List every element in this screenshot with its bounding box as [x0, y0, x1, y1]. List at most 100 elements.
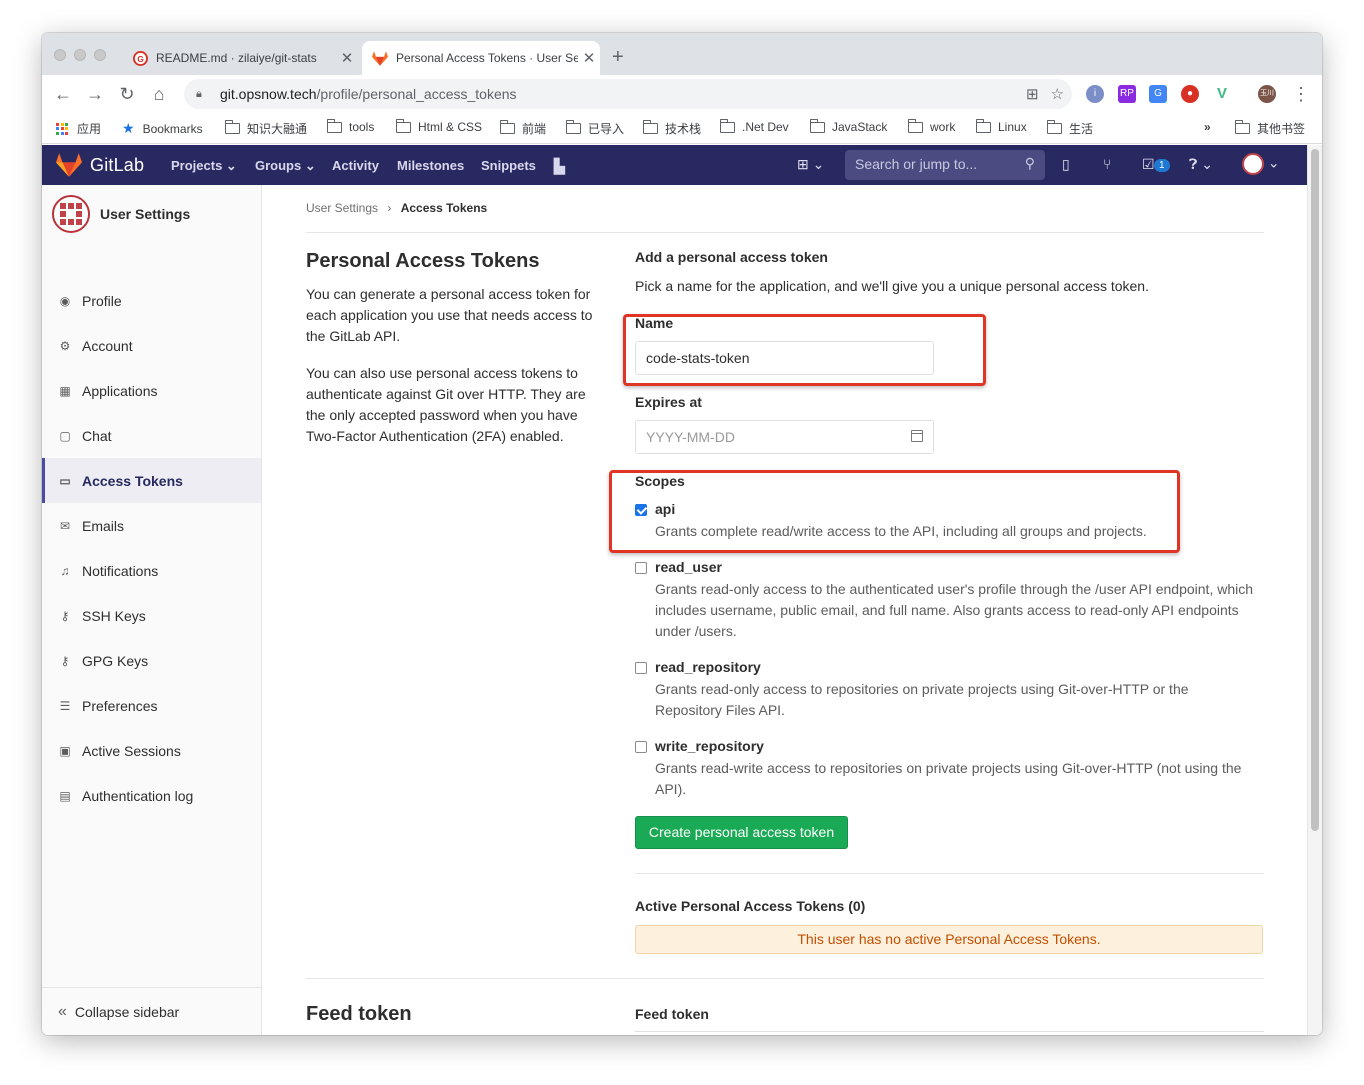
scope-write-repository-checkbox[interactable] [635, 741, 647, 753]
other-bookmarks[interactable]: 其他书签 [1234, 120, 1306, 137]
scrollbar-thumb[interactable] [1311, 149, 1319, 831]
extension-translate-icon[interactable]: G [1149, 85, 1167, 103]
close-window-button[interactable] [54, 49, 66, 61]
address-url[interactable]: git.opsnow.tech/profile/personal_access_… [220, 86, 517, 102]
bookmark-folder[interactable]: Linux [975, 118, 1027, 134]
sidebar-item-account[interactable]: ⚙ Account [42, 323, 261, 368]
sidebar-item-notifications[interactable]: ♫ Notifications [42, 548, 261, 593]
translate-icon[interactable]: ⊞ [1026, 85, 1039, 103]
new-item-icon[interactable]: ⊞ ⌄ [797, 156, 824, 173]
bookmark-folder[interactable]: tools [326, 118, 374, 134]
scope-name[interactable]: api [655, 501, 675, 517]
sidebar-item-emails[interactable]: ✉ Emails [42, 503, 261, 548]
sidebar-item-label: Access Tokens [82, 472, 183, 489]
sidebar-item-chat[interactable]: ▢ Chat [42, 413, 261, 458]
sidebar-item-label: Profile [82, 292, 122, 309]
folder-icon [499, 120, 515, 134]
bookmark-label: 生活 [1069, 122, 1094, 136]
extension-vue-icon[interactable]: V [1213, 85, 1231, 103]
nav-snippets[interactable]: Snippets [481, 158, 536, 173]
more-bookmarks-button[interactable]: » [1204, 120, 1211, 134]
divider [306, 232, 1264, 233]
sidebar-item-access-tokens[interactable]: ▭ Access Tokens [42, 458, 261, 503]
bookmark-folder[interactable]: Html & CSS [395, 118, 482, 134]
apps-grid-icon [56, 122, 68, 135]
back-icon[interactable]: ← [52, 83, 74, 105]
calendar-icon[interactable] [911, 430, 923, 442]
settings-sidebar: User Settings ◉ Profile ⚙ Account ▦ Applica… [42, 185, 262, 1035]
bookmark-folder[interactable]: JavaStack [809, 118, 887, 134]
issues-icon[interactable]: ▯ [1062, 156, 1070, 173]
nav-milestones[interactable]: Milestones [397, 158, 464, 173]
help-icon[interactable]: ❓︎ ⌄ [1189, 156, 1213, 173]
close-tab-icon[interactable]: ✕ [336, 49, 358, 67]
browser-tab-access-tokens[interactable]: Personal Access Tokens · User Settings ✕ [362, 41, 600, 75]
scope-name[interactable]: read_repository [655, 659, 761, 675]
scope-read-user-checkbox[interactable] [635, 562, 647, 574]
browser-tab-readme[interactable]: G README.md · zilaiye/git-stats ✕ [122, 41, 358, 75]
gitlab-brand: GitLab [90, 154, 145, 175]
expires-at-input[interactable]: YYYY-MM-DD [635, 420, 934, 454]
scope-name[interactable]: read_user [655, 559, 722, 575]
scope-read-repository-checkbox[interactable] [635, 662, 647, 674]
bookmark-label: 其他书签 [1257, 122, 1306, 136]
new-tab-icon[interactable]: + [612, 47, 624, 67]
bookmark-folder[interactable]: .Net Dev [719, 118, 789, 134]
bookmark-label: Bookmarks [142, 121, 203, 136]
forward-icon[interactable]: → [84, 83, 106, 105]
nav-groups[interactable]: Groups ⌄ [255, 158, 316, 174]
sidebar-header[interactable]: User Settings [52, 195, 190, 233]
gitlab-home-link[interactable]: GitLab [56, 153, 144, 177]
nav-activity[interactable]: Activity [332, 158, 379, 173]
token-name-input[interactable]: code-stats-token [635, 341, 934, 375]
breadcrumb-separator: › [387, 201, 392, 215]
create-token-button[interactable]: Create personal access token [635, 816, 848, 849]
reload-icon[interactable]: ↻ [116, 83, 138, 105]
active-tokens-heading: Active Personal Access Tokens (0) [635, 898, 866, 914]
home-icon[interactable]: ⌂ [148, 83, 170, 105]
bookmark-folder[interactable]: work [907, 118, 955, 134]
sidebar-item-applications[interactable]: ▦ Applications [42, 368, 261, 413]
minimize-window-button[interactable] [74, 49, 86, 61]
sidebar-item-authentication-log[interactable]: ▤ Authentication log [42, 773, 261, 818]
browser-profile-avatar[interactable]: 玉川 [1258, 85, 1276, 103]
breadcrumb-current[interactable]: Access Tokens [401, 201, 488, 215]
scope-api-checkbox[interactable] [635, 504, 647, 516]
scope-name[interactable]: write_repository [655, 738, 764, 754]
sidebar-item-ssh-keys[interactable]: ⚷ SSH Keys [42, 593, 261, 638]
address-bar[interactable]: 🔒︎ git.opsnow.tech/profile/personal_acce… [184, 79, 1072, 109]
merge-requests-icon[interactable]: ⑂ [1103, 156, 1111, 172]
tab-title: README.md · zilaiye/git-stats [156, 51, 317, 65]
user-avatar[interactable]: ⌄ [1242, 153, 1280, 175]
feed-token-input[interactable] [635, 1031, 1264, 1032]
sidebar-item-label: Account [82, 337, 133, 354]
browser-menu-icon[interactable]: ⋮ [1290, 83, 1312, 105]
nav-projects[interactable]: Projects ⌄ [171, 158, 237, 174]
breadcrumb-parent[interactable]: User Settings [306, 201, 378, 215]
bookmark-folder[interactable]: 技术栈 [642, 120, 702, 137]
chart-icon[interactable]: ▙ [554, 158, 565, 175]
sidebar-item-gpg-keys[interactable]: ⚷ GPG Keys [42, 638, 261, 683]
bookmark-bookmarks[interactable]: ★ Bookmarks [122, 120, 203, 137]
extension-rp-icon[interactable]: RP [1118, 85, 1136, 103]
extension-1password-icon[interactable]: i [1086, 85, 1104, 103]
extension-record-icon[interactable]: ● [1181, 85, 1199, 103]
form-intro: Pick a name for the application, and we'… [635, 278, 1149, 294]
todos-icon[interactable]: ☑ [1142, 156, 1155, 173]
svg-text:G: G [137, 53, 144, 63]
bookmark-folder[interactable]: 生活 [1046, 120, 1094, 137]
sidebar-item-preferences[interactable]: ☰ Preferences [42, 683, 261, 728]
page-scrollbar[interactable] [1307, 145, 1322, 1035]
bookmark-star-icon[interactable]: ☆ [1051, 85, 1064, 103]
collapse-sidebar-button[interactable]: « Collapse sidebar [42, 987, 261, 1035]
sidebar-item-active-sessions[interactable]: ▣ Active Sessions [42, 728, 261, 773]
sidebar-item-profile[interactable]: ◉ Profile [42, 278, 261, 323]
bookmark-folder[interactable]: 前端 [499, 120, 546, 137]
bookmark-folder[interactable]: 已导入 [565, 120, 624, 137]
bookmark-folder[interactable]: 知识大融通 [224, 120, 307, 137]
bookmark-apps[interactable]: 应用 [56, 120, 101, 137]
close-tab-icon[interactable]: ✕ [578, 49, 600, 67]
search-input[interactable]: Search or jump to... ⚲ [845, 150, 1045, 180]
zoom-window-button[interactable] [94, 49, 106, 61]
bookmark-label: 技术栈 [665, 122, 702, 136]
